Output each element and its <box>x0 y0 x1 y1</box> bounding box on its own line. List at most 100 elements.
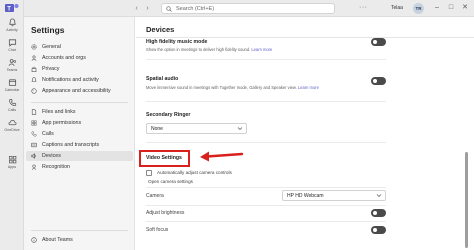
toggle-knob <box>373 228 377 232</box>
sidebar-item-files[interactable]: Files and links <box>26 107 133 117</box>
section-divider <box>146 101 386 102</box>
section-divider <box>146 221 386 222</box>
rail-label: Apps <box>7 165 17 169</box>
secondary-ringer-value: None <box>151 125 163 132</box>
phone-icon <box>31 131 37 137</box>
search-icon <box>166 5 172 12</box>
speaker-icon <box>31 153 36 159</box>
sidebar-item-appearance[interactable]: Appearance and accessibility <box>26 86 133 96</box>
chevron-down-icon <box>376 194 382 197</box>
rail-label: Chat <box>8 48 16 52</box>
sidebar-item-recognition[interactable]: Recognition <box>26 162 133 172</box>
title-bar: ‹ › Search (Ctrl+E) ··· Telaa TR – □ ✕ <box>24 0 474 17</box>
auto-adjust-checkbox[interactable] <box>146 170 152 176</box>
sidebar-item-general[interactable]: General <box>26 42 133 52</box>
search-placeholder: Search (Ctrl+E) <box>176 6 215 12</box>
svg-text:T: T <box>7 6 11 12</box>
rail-item-apps[interactable]: Apps <box>0 155 24 173</box>
rail-label: OneDrive <box>4 128 20 132</box>
lock-icon <box>31 66 37 72</box>
bell-icon <box>8 18 16 27</box>
search-input[interactable]: Search (Ctrl+E) <box>161 3 335 14</box>
sidebar-item-calls[interactable]: Calls <box>26 129 133 139</box>
section-divider <box>146 59 386 60</box>
page-title: Devices <box>146 25 175 34</box>
grid-icon <box>31 120 37 126</box>
music-mode-title: High fidelity music mode <box>146 39 208 45</box>
captions-icon: CC <box>31 142 37 148</box>
rail-label: Teams <box>6 68 18 72</box>
bell-icon <box>31 77 37 82</box>
calendar-icon <box>8 79 16 87</box>
sidebar-item-notifications[interactable]: Notifications and activity <box>26 75 133 85</box>
recognition-icon <box>31 164 37 170</box>
sidebar-item-devices[interactable]: Devices <box>26 151 133 161</box>
rail-item-teams[interactable]: Teams <box>0 58 24 76</box>
teams-icon <box>8 59 16 66</box>
teams-logo-icon: T <box>5 4 19 12</box>
section-divider <box>146 142 386 143</box>
section-divider <box>146 205 386 206</box>
back-arrow-icon[interactable]: ‹ <box>132 4 141 13</box>
forward-arrow-icon[interactable]: › <box>143 4 152 13</box>
gear-icon <box>31 44 37 50</box>
red-arrow-icon <box>200 151 244 162</box>
devices-settings-panel: Devices High fidelity music mode Show th… <box>136 17 474 250</box>
secondary-ringer-dropdown[interactable]: None <box>146 123 247 134</box>
scrollbar-thumb[interactable] <box>465 152 468 248</box>
file-icon <box>31 109 37 115</box>
settings-sidebar: Settings General Accounts and orgs Priva… <box>24 17 135 250</box>
toggle-knob <box>373 40 377 44</box>
rail-item-activity[interactable]: Activity <box>0 18 24 36</box>
spatial-audio-title: Spatial audio <box>146 76 179 82</box>
maximize-button[interactable]: □ <box>446 3 456 13</box>
svg-text:CC: CC <box>32 144 36 147</box>
auto-adjust-label: Automatically adjust camera controls <box>157 170 232 175</box>
toggle-knob <box>373 79 377 83</box>
app-rail: T Activity Chat Teams Calendar Calls One… <box>0 0 24 250</box>
learn-more-link[interactable]: Learn more <box>251 47 272 52</box>
phone-icon <box>8 98 16 107</box>
sidebar-divider <box>31 230 128 231</box>
toggle-knob <box>373 211 377 215</box>
cloud-icon <box>8 119 16 126</box>
video-settings-title: Video Settings <box>146 155 182 161</box>
rail-item-chat[interactable]: Chat <box>0 38 24 56</box>
sidebar-title: Settings <box>31 25 65 35</box>
soft-focus-label: Soft focus <box>146 227 169 233</box>
paint-icon <box>31 88 37 94</box>
org-name[interactable]: Telaa <box>391 4 403 12</box>
adjust-brightness-label: Adjust brightness <box>146 210 185 216</box>
sidebar-divider <box>31 102 128 103</box>
more-options-button[interactable]: ··· <box>359 4 368 11</box>
soft-focus-toggle[interactable] <box>371 226 386 234</box>
sidebar-item-privacy[interactable]: Privacy <box>26 64 133 74</box>
rail-label: Calendar <box>4 88 20 92</box>
secondary-ringer-title: Secondary Ringer <box>146 112 191 118</box>
rail-item-calendar[interactable]: Calendar <box>0 78 24 96</box>
adjust-brightness-toggle[interactable] <box>371 209 386 217</box>
sidebar-item-app-permissions[interactable]: App permissions <box>26 118 133 128</box>
open-camera-settings-link[interactable]: Open camera settings <box>148 179 193 184</box>
avatar[interactable]: TR <box>413 3 424 14</box>
auto-adjust-camera-checkbox-row[interactable]: Automatically adjust camera controls <box>146 170 276 177</box>
close-button[interactable]: ✕ <box>460 3 470 13</box>
sidebar-item-about[interactable]: About Teams <box>26 235 133 245</box>
rail-item-calls[interactable]: Calls <box>0 98 24 116</box>
header-divider <box>136 37 474 38</box>
spatial-audio-toggle[interactable] <box>371 77 386 85</box>
minimize-button[interactable]: – <box>432 3 442 13</box>
camera-value: HP HD Webcam <box>287 192 324 199</box>
camera-dropdown[interactable]: HP HD Webcam <box>282 190 386 201</box>
video-settings-highlight: Video Settings <box>139 150 190 167</box>
chat-icon <box>8 39 16 47</box>
section-divider <box>146 187 386 188</box>
music-mode-toggle[interactable] <box>371 38 386 46</box>
sidebar-item-captions[interactable]: CC Captions and transcripts <box>26 140 133 150</box>
rail-label: Calls <box>8 108 16 112</box>
music-mode-desc: Show the option in meetings to deliver h… <box>146 47 273 52</box>
sidebar-item-accounts[interactable]: Accounts and orgs <box>26 53 133 63</box>
learn-more-link[interactable]: Learn more <box>298 85 319 90</box>
rail-item-onedrive[interactable]: OneDrive <box>0 118 24 136</box>
apps-icon <box>8 155 16 164</box>
